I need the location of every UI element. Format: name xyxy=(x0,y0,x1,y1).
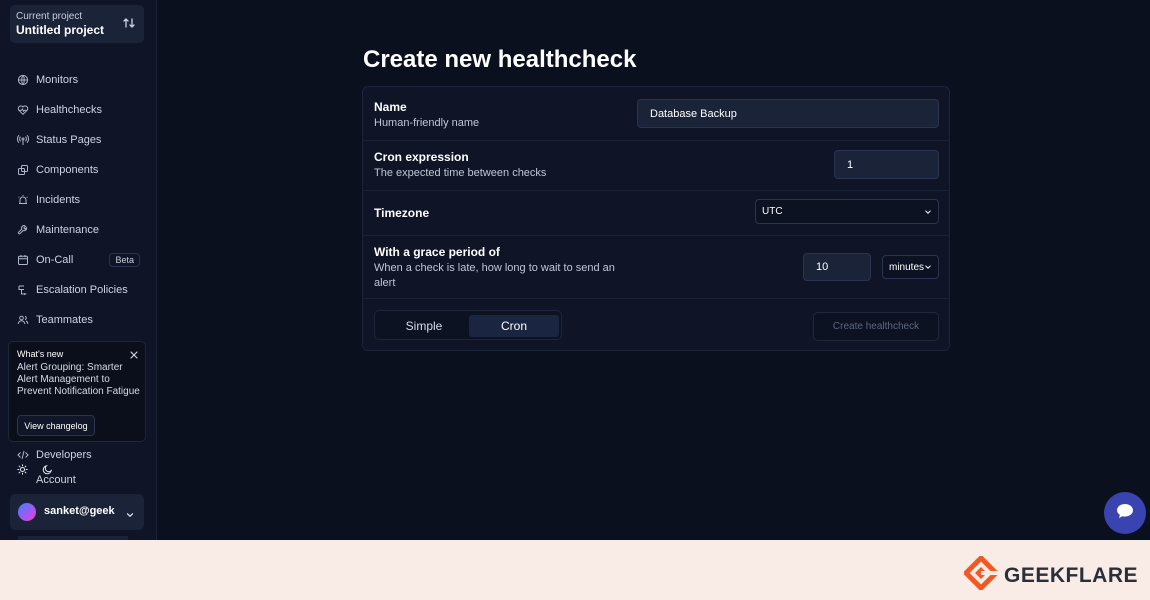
whats-new-popup: What's new Alert Grouping: Smarter Alert… xyxy=(8,341,146,442)
timezone-value: UTC xyxy=(762,206,783,217)
components-icon xyxy=(17,164,29,176)
app-window: Current project Untitled project Monitor… xyxy=(0,0,1150,540)
sidebar-item-label: On-Call xyxy=(36,254,74,266)
project-name: Untitled project xyxy=(16,23,105,37)
cron-input[interactable]: 1 xyxy=(834,150,939,179)
whats-new-title: What's new xyxy=(17,349,64,359)
sidebar-item-incidents[interactable]: Incidents xyxy=(0,185,156,215)
sidebar-nav: Monitors Healthchecks Status Pages Compo… xyxy=(0,65,156,335)
timezone-select[interactable]: UTC xyxy=(755,199,939,224)
calendar-icon xyxy=(17,254,29,266)
cron-description: The expected time between checks xyxy=(374,167,547,179)
sidebar-item-on-call[interactable]: On-Call Beta xyxy=(0,245,156,275)
sidebar-item-components[interactable]: Components xyxy=(0,155,156,185)
sidebar-item-label: Monitors xyxy=(36,74,79,86)
form-row-cron: Cron expression The expected time betwee… xyxy=(363,141,949,191)
theme-switcher xyxy=(14,461,56,478)
page-title: Create new healthcheck xyxy=(363,46,637,73)
beta-badge: Beta xyxy=(109,253,140,267)
avatar xyxy=(18,503,36,521)
user-email: sanket@geek xyxy=(44,505,115,517)
geekflare-logo-icon xyxy=(963,555,999,595)
whats-new-text: Alert Grouping: Smarter Alert Management… xyxy=(17,362,140,397)
cron-label: Cron expression xyxy=(374,150,469,164)
sidebar: Current project Untitled project Monitor… xyxy=(0,0,157,540)
brand-logo: GEEKFLARE xyxy=(963,555,1138,595)
globe-icon xyxy=(17,74,29,86)
form-row-name: Name Human-friendly name Database Backup xyxy=(363,87,949,141)
toggle-cron[interactable]: Cron xyxy=(469,315,559,337)
sidebar-item-healthchecks[interactable]: Healthchecks xyxy=(0,95,156,125)
sidebar-item-status-pages[interactable]: Status Pages xyxy=(0,125,156,155)
grace-label: With a grace period of xyxy=(374,245,500,259)
chevron-down-icon xyxy=(924,263,932,271)
sidebar-item-monitors[interactable]: Monitors xyxy=(0,65,156,95)
sidebar-item-label: Status Pages xyxy=(36,134,102,146)
wrench-icon xyxy=(17,224,29,236)
chat-launcher-button[interactable] xyxy=(1104,492,1146,534)
sun-icon[interactable] xyxy=(14,461,31,478)
moon-icon[interactable] xyxy=(39,461,56,478)
form-row-timezone: Timezone UTC xyxy=(363,191,949,236)
broadcast-icon xyxy=(17,134,29,146)
sidebar-item-label: Components xyxy=(36,164,99,176)
chat-bubble-icon xyxy=(1115,501,1135,526)
sidebar-item-label: Developers xyxy=(36,449,92,461)
heart-pulse-icon xyxy=(17,104,29,116)
toggle-simple[interactable]: Simple xyxy=(379,315,469,337)
grace-unit-value: minutes xyxy=(889,261,925,273)
escalation-icon xyxy=(17,284,29,296)
watermark-footer: GEEKFLARE xyxy=(0,540,1150,600)
chevron-down-icon xyxy=(125,507,135,518)
sidebar-item-label: Healthchecks xyxy=(36,104,103,116)
users-icon xyxy=(17,314,29,326)
sidebar-item-teammates[interactable]: Teammates xyxy=(0,305,156,335)
name-input[interactable]: Database Backup xyxy=(637,99,939,128)
name-label: Name xyxy=(374,100,407,114)
sidebar-item-label: Escalation Policies xyxy=(36,284,128,296)
brand-wordmark: GEEKFLARE xyxy=(1003,563,1138,587)
chevron-down-icon xyxy=(924,208,932,216)
code-icon xyxy=(17,449,29,461)
create-healthcheck-button[interactable]: Create healthcheck xyxy=(813,312,939,341)
healthcheck-form: Name Human-friendly name Database Backup… xyxy=(362,86,950,351)
close-icon[interactable] xyxy=(129,347,139,359)
form-row-grace-period: With a grace period of When a check is l… xyxy=(363,236,949,299)
name-description: Human-friendly name xyxy=(374,117,480,129)
timezone-label: Timezone xyxy=(374,206,430,220)
project-label: Current project xyxy=(16,11,83,22)
swap-arrows-icon xyxy=(122,16,136,30)
grace-description: When a check is late, how long to wait t… xyxy=(374,262,615,289)
grace-period-input[interactable]: 10 xyxy=(803,253,871,281)
project-switcher[interactable]: Current project Untitled project xyxy=(10,5,144,43)
grace-unit-select[interactable]: minutes xyxy=(882,255,939,279)
mode-toggle: Simple Cron xyxy=(374,310,562,340)
sidebar-item-maintenance[interactable]: Maintenance xyxy=(0,215,156,245)
sidebar-item-label: Maintenance xyxy=(36,224,99,236)
siren-icon xyxy=(17,194,29,206)
sidebar-item-escalation-policies[interactable]: Escalation Policies xyxy=(0,275,156,305)
sidebar-item-label: Teammates xyxy=(36,314,93,326)
sidebar-item-label: Incidents xyxy=(36,194,81,206)
view-changelog-button[interactable]: View changelog xyxy=(17,415,95,436)
user-menu[interactable]: sanket@geek xyxy=(10,494,144,530)
